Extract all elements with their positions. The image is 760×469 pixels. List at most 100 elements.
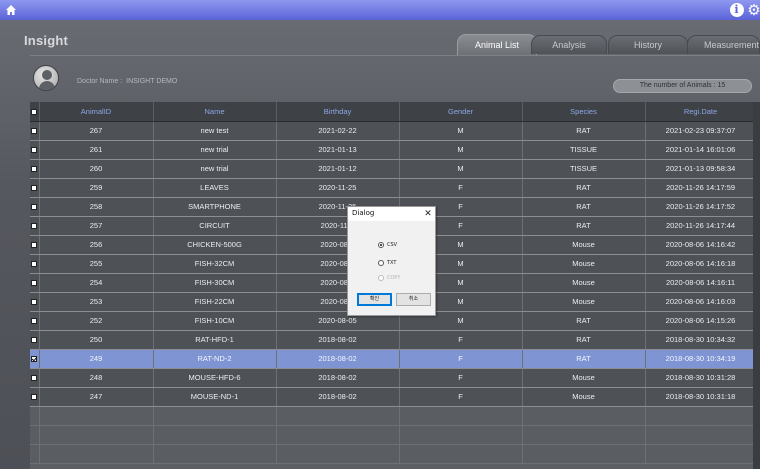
row-checkbox[interactable] bbox=[31, 166, 38, 173]
cell-animal-id[interactable]: 252 bbox=[39, 311, 154, 331]
cell-animal-id[interactable]: 248 bbox=[39, 368, 154, 388]
close-icon[interactable]: ✕ bbox=[422, 207, 434, 221]
cell-species[interactable]: RAT bbox=[522, 330, 646, 350]
row-checkbox-cell[interactable] bbox=[30, 197, 40, 217]
row-checkbox[interactable] bbox=[31, 337, 38, 344]
cell-name[interactable]: FISH-32CM bbox=[153, 254, 277, 274]
column-header-gender[interactable]: Gender bbox=[399, 102, 523, 122]
radio-txt[interactable]: TXT bbox=[378, 258, 396, 268]
cell-regi-date[interactable]: 2020-08-06 14:16:03 bbox=[645, 292, 757, 312]
table-row[interactable]: 267 new test 2021-02-22 M RAT 2021-02-23 09:3… bbox=[30, 121, 757, 141]
cell-name[interactable]: MOUSE-HFD-6 bbox=[153, 368, 277, 388]
cell-animal-id[interactable]: 256 bbox=[39, 235, 154, 255]
cell-animal-id[interactable]: 250 bbox=[39, 330, 154, 350]
cell-animal-id[interactable]: 259 bbox=[39, 178, 154, 198]
tab-measurement[interactable]: Measurement bbox=[687, 35, 760, 54]
tab-history[interactable]: History bbox=[608, 35, 688, 54]
cell-species[interactable]: RAT bbox=[522, 349, 646, 369]
row-checkbox-cell[interactable] bbox=[30, 121, 40, 141]
cell-species[interactable]: Mouse bbox=[522, 235, 646, 255]
row-checkbox[interactable] bbox=[31, 280, 38, 287]
cell-name[interactable]: CHICKEN-500G bbox=[153, 235, 277, 255]
table-row[interactable]: 261 new trial 2021-01-13 M TISSUE 2021-01-14 … bbox=[30, 140, 757, 160]
cell-species[interactable]: Mouse bbox=[522, 292, 646, 312]
row-checkbox[interactable] bbox=[31, 356, 38, 363]
cell-name[interactable]: FISH-10CM bbox=[153, 311, 277, 331]
row-checkbox[interactable] bbox=[31, 204, 38, 211]
row-checkbox[interactable] bbox=[31, 261, 38, 268]
row-checkbox-cell[interactable] bbox=[30, 216, 40, 236]
column-header-regi-date[interactable]: Regi.Date bbox=[645, 102, 757, 122]
row-checkbox[interactable] bbox=[31, 223, 38, 230]
row-checkbox[interactable] bbox=[31, 394, 38, 401]
table-row[interactable]: 248 MOUSE-HFD-6 2018-08-02 F Mouse 2018-08-30… bbox=[30, 368, 757, 388]
tab-animal-list[interactable]: Animal List bbox=[457, 34, 537, 55]
row-checkbox-cell[interactable] bbox=[30, 387, 40, 407]
cell-animal-id[interactable]: 253 bbox=[39, 292, 154, 312]
column-header-animal-id[interactable]: AnimalID bbox=[39, 102, 154, 122]
column-header-birthday[interactable]: Birthday bbox=[276, 102, 400, 122]
row-checkbox-cell[interactable] bbox=[30, 330, 40, 350]
cell-animal-id[interactable]: 254 bbox=[39, 273, 154, 293]
gear-icon[interactable]: ⚙ bbox=[747, 2, 760, 18]
ok-button[interactable]: 확인 bbox=[357, 293, 392, 306]
row-checkbox[interactable] bbox=[31, 185, 38, 192]
table-row[interactable]: 247 MOUSE-ND-1 2018-08-02 F Mouse 2018-08-30 … bbox=[30, 387, 757, 407]
cell-name[interactable]: SMARTPHONE bbox=[153, 197, 277, 217]
row-checkbox-cell[interactable] bbox=[30, 368, 40, 388]
cell-gender[interactable]: M bbox=[399, 159, 523, 179]
cell-animal-id[interactable]: 249 bbox=[39, 349, 154, 369]
row-checkbox-cell[interactable] bbox=[30, 273, 40, 293]
home-icon[interactable] bbox=[4, 2, 18, 18]
cell-name[interactable]: RAT-HFD-1 bbox=[153, 330, 277, 350]
cancel-button[interactable]: 취소 bbox=[396, 293, 431, 306]
row-checkbox[interactable] bbox=[31, 318, 38, 325]
cell-name[interactable]: LEAVES bbox=[153, 178, 277, 198]
row-checkbox[interactable] bbox=[31, 299, 38, 306]
cell-regi-date[interactable]: 2020-08-06 14:16:42 bbox=[645, 235, 757, 255]
info-icon[interactable]: i bbox=[729, 2, 744, 18]
cell-regi-date[interactable]: 2020-11-26 14:17:44 bbox=[645, 216, 757, 236]
dialog-title-bar[interactable]: Dialog ✕ bbox=[348, 207, 435, 221]
cell-animal-id[interactable]: 260 bbox=[39, 159, 154, 179]
cell-name[interactable]: MOUSE-ND-1 bbox=[153, 387, 277, 407]
row-checkbox[interactable] bbox=[31, 128, 38, 135]
row-checkbox-cell[interactable] bbox=[30, 235, 40, 255]
cell-species[interactable]: RAT bbox=[522, 178, 646, 198]
radio-csv[interactable]: CSV bbox=[378, 240, 397, 250]
cell-species[interactable]: Mouse bbox=[522, 254, 646, 274]
table-row[interactable]: 260 new trial 2021-01-12 M TISSUE 2021-01-13 … bbox=[30, 159, 757, 179]
cell-regi-date[interactable]: 2018-08-30 10:31:18 bbox=[645, 387, 757, 407]
cell-birthday[interactable]: 2021-02-22 bbox=[276, 121, 400, 141]
cell-name[interactable]: FISH-22CM bbox=[153, 292, 277, 312]
row-checkbox-cell[interactable] bbox=[30, 349, 40, 369]
cell-name[interactable]: new test bbox=[153, 121, 277, 141]
table-row[interactable]: 250 RAT-HFD-1 2018-08-02 F RAT 2018-08-30 10:… bbox=[30, 330, 757, 350]
cell-species[interactable]: RAT bbox=[522, 216, 646, 236]
cell-birthday[interactable]: 2018-08-02 bbox=[276, 330, 400, 350]
cell-regi-date[interactable]: 2018-08-30 10:34:19 bbox=[645, 349, 757, 369]
cell-animal-id[interactable]: 267 bbox=[39, 121, 154, 141]
cell-gender[interactable]: F bbox=[399, 330, 523, 350]
cell-gender[interactable]: F bbox=[399, 368, 523, 388]
cell-regi-date[interactable]: 2020-08-06 14:16:18 bbox=[645, 254, 757, 274]
column-header-species[interactable]: Species bbox=[522, 102, 646, 122]
row-checkbox-cell[interactable] bbox=[30, 292, 40, 312]
cell-regi-date[interactable]: 2021-01-13 09:58:34 bbox=[645, 159, 757, 179]
cell-species[interactable]: Mouse bbox=[522, 387, 646, 407]
cell-birthday[interactable]: 2021-01-12 bbox=[276, 159, 400, 179]
cell-regi-date[interactable]: 2018-08-30 10:31:28 bbox=[645, 368, 757, 388]
radio-indicator[interactable] bbox=[378, 260, 384, 266]
table-row[interactable]: 259 LEAVES 2020-11-25 F RAT 2020-11-26 14:17:… bbox=[30, 178, 757, 198]
row-checkbox[interactable] bbox=[31, 375, 38, 382]
cell-animal-id[interactable]: 258 bbox=[39, 197, 154, 217]
column-header-name[interactable]: Name bbox=[153, 102, 277, 122]
tab-analysis[interactable]: Analysis bbox=[531, 35, 607, 54]
table-row[interactable]: 249 RAT-ND-2 2018-08-02 F RAT 2018-08-30 10:3… bbox=[30, 349, 757, 369]
cell-species[interactable]: Mouse bbox=[522, 273, 646, 293]
radio-indicator[interactable] bbox=[378, 242, 384, 248]
cell-gender[interactable]: F bbox=[399, 349, 523, 369]
cell-regi-date[interactable]: 2021-02-23 09:37:07 bbox=[645, 121, 757, 141]
cell-name[interactable]: new trial bbox=[153, 140, 277, 160]
cell-name[interactable]: FISH-30CM bbox=[153, 273, 277, 293]
